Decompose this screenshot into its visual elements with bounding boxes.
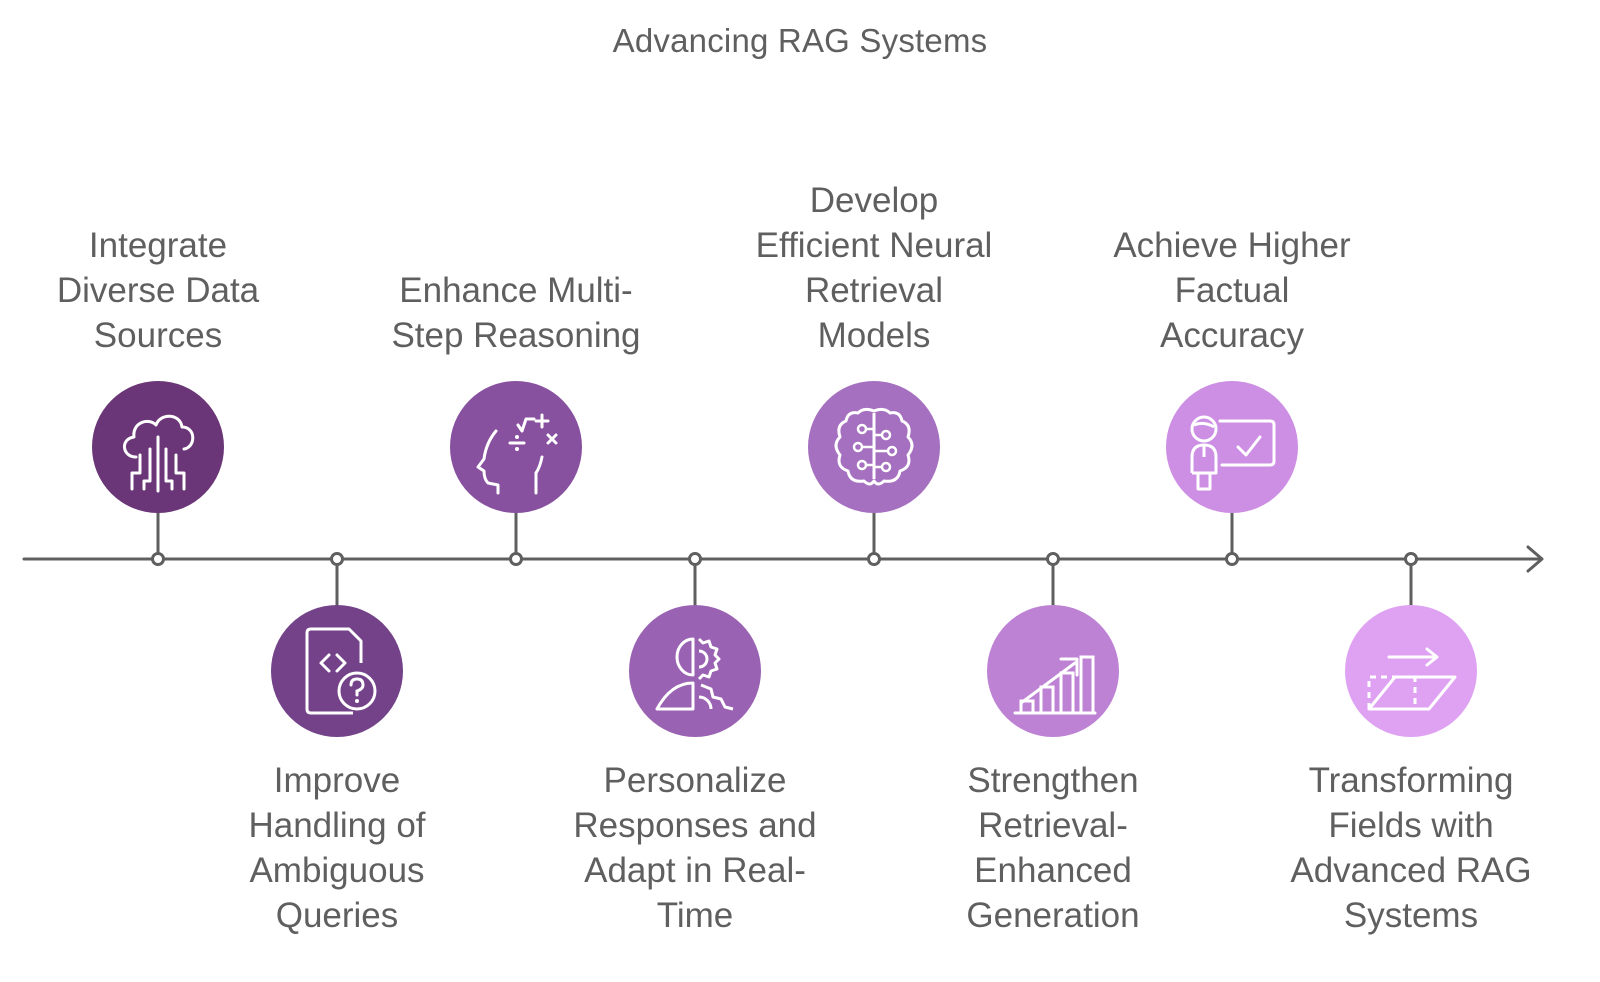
step-circle (808, 381, 940, 513)
step-label: Develop Efficient Neural Retrieval Models (724, 178, 1024, 358)
step-label-line: Fields with (1328, 806, 1494, 845)
step-label-line: Step Reasoning (391, 316, 641, 355)
step-label-line: Responses and (573, 806, 817, 845)
step-label-line: Retrieval (804, 271, 944, 310)
timeline-node (330, 552, 344, 566)
timeline-node (1225, 552, 1239, 566)
timeline-node (688, 552, 702, 566)
transform-shape-icon (1367, 647, 1457, 711)
step-label-line: Personalize (603, 761, 787, 800)
timeline-node (1404, 552, 1418, 566)
step-label-line: Achieve Higher (1113, 226, 1351, 265)
step-label-line: Efficient Neural (755, 226, 993, 265)
step-circle (92, 381, 224, 513)
step-label-line: Models (817, 316, 931, 355)
step-label: Achieve Higher Factual Accuracy (1082, 223, 1382, 358)
code-document-question-icon (305, 627, 377, 715)
step-label-line: Strengthen (967, 761, 1139, 800)
step-label-line: Systems (1343, 896, 1479, 935)
step-label: Strengthen Retrieval- Enhanced Generation (903, 758, 1203, 938)
step-circle (987, 605, 1119, 737)
step-label-line: Handling of (248, 806, 426, 845)
cloud-circuit-icon (123, 414, 195, 493)
step-circle (271, 605, 403, 737)
step-label-line: Develop (809, 181, 939, 220)
step-label-line: Queries (275, 896, 399, 935)
step-label-line: Improve (273, 761, 401, 800)
step-circle (450, 381, 582, 513)
presenter-check-icon (1190, 415, 1276, 491)
step-label-line: Diverse Data (56, 271, 260, 310)
step-label: Personalize Responses and Adapt in Real- Ti… (545, 758, 845, 938)
step-label-line: Adapt in Real- (584, 851, 806, 890)
step-label: Enhance Multi- Step Reasoning (366, 268, 666, 358)
step-circle (1345, 605, 1477, 737)
step-circle (1166, 381, 1298, 513)
timeline-node (1046, 552, 1060, 566)
timeline-node (151, 552, 165, 566)
timeline-node (509, 552, 523, 566)
step-label-line: Time (656, 896, 734, 935)
step-label: Improve Handling of Ambiguous Queries (187, 758, 487, 938)
step-label-line: Ambiguous (249, 851, 425, 890)
timeline-node (867, 552, 881, 566)
head-math-icon (476, 413, 558, 495)
person-gear-icon (655, 637, 734, 711)
step-label-line: Retrieval- (978, 806, 1128, 845)
step-label-line: Transforming (1308, 761, 1514, 800)
step-label-line: Enhance Multi- (399, 271, 633, 310)
brain-circuit-icon (834, 407, 914, 486)
step-label: Integrate Diverse Data Sources (8, 223, 308, 358)
step-label-line: Generation (966, 896, 1140, 935)
step-circle (629, 605, 761, 737)
step-label-line: Advanced RAG (1290, 851, 1532, 890)
step-label: Transforming Fields with Advanced RAG Syste… (1261, 758, 1561, 938)
step-label-line: Integrate (88, 226, 228, 265)
step-label-line: Factual (1174, 271, 1290, 310)
growth-chart-icon (1013, 655, 1097, 715)
step-label-line: Sources (93, 316, 223, 355)
step-label-line: Accuracy (1160, 316, 1304, 355)
step-label-line: Enhanced (974, 851, 1132, 890)
